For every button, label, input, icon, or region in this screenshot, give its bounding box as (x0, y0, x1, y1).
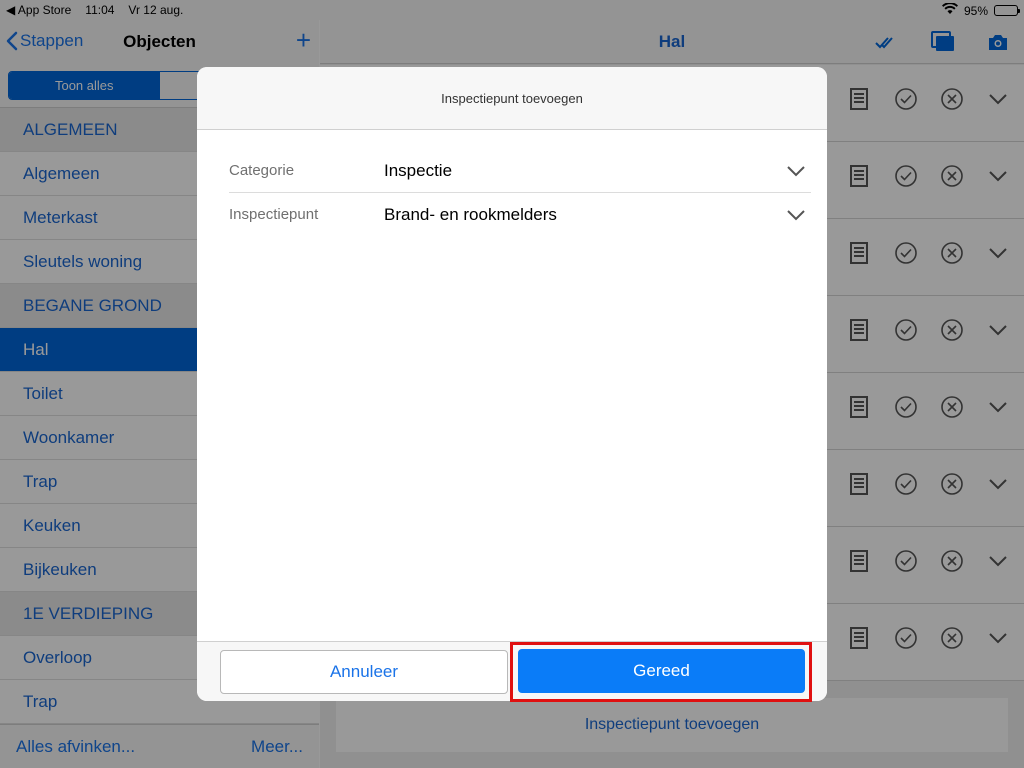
modal-title: Inspectiepunt toevoegen (197, 67, 827, 130)
category-label: Categorie (229, 162, 295, 179)
inspection-point-label: Inspectiepunt (229, 206, 319, 223)
category-value: Inspectie (384, 161, 453, 180)
app-root: ◀ App Store 11:04 Vr 12 aug. 95% Stappen… (0, 0, 1024, 768)
cancel-button[interactable]: Annuleer (220, 650, 508, 694)
done-button-highlight (510, 642, 812, 702)
chevron-down-icon (787, 210, 805, 221)
add-inspection-point-modal: Inspectiepunt toevoegen Categorie Inspec… (197, 67, 827, 701)
inspection-point-value: Brand- en rookmelders (384, 205, 557, 224)
chevron-down-icon (787, 166, 805, 177)
category-field[interactable]: Categorie Inspectie (229, 149, 811, 193)
inspection-point-field[interactable]: Inspectiepunt Brand- en rookmelders (229, 193, 811, 237)
